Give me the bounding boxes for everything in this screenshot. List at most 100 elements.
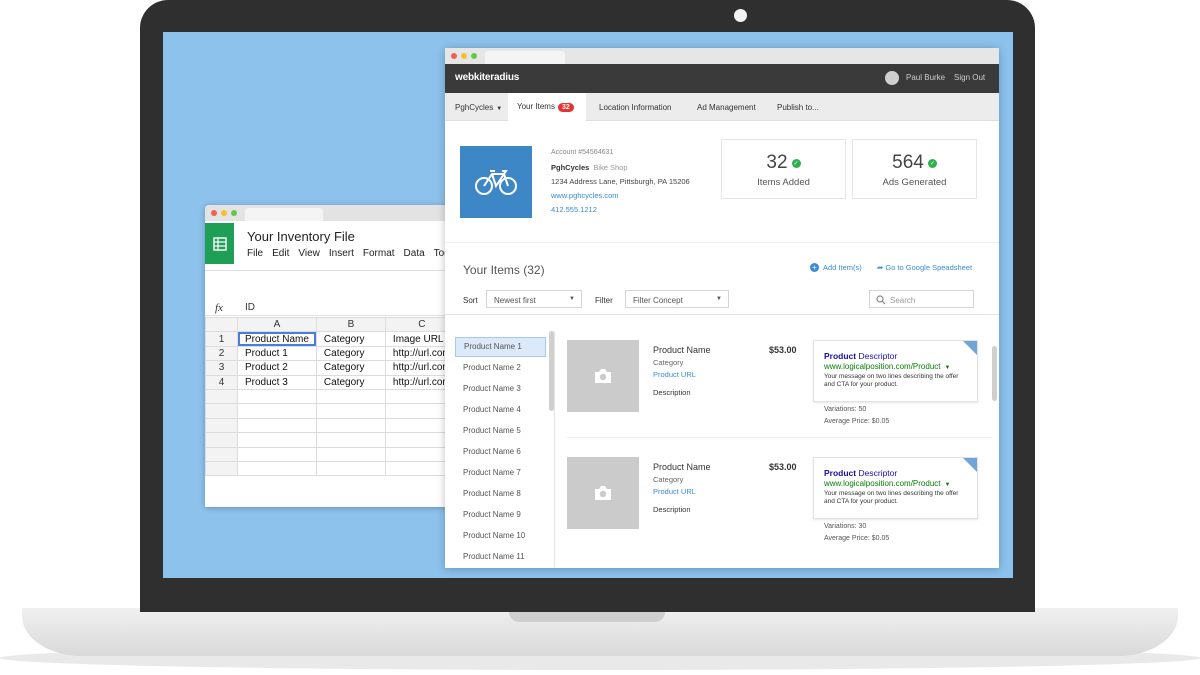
cell[interactable] bbox=[237, 403, 317, 419]
go-to-spreadsheet-link[interactable]: ➦ Go to Google Speadsheet bbox=[877, 263, 972, 272]
list-item[interactable]: Product Name 1 bbox=[455, 337, 546, 357]
row-header[interactable]: 3 bbox=[205, 360, 238, 376]
cell[interactable] bbox=[315, 432, 386, 448]
list-item[interactable]: Product Name 3 bbox=[445, 378, 554, 399]
phone-link[interactable]: 412.555.1212 bbox=[551, 205, 597, 214]
close-dot[interactable] bbox=[451, 53, 457, 59]
cell[interactable] bbox=[237, 417, 317, 434]
add-items-button[interactable]: + Add Item(s) bbox=[810, 263, 862, 272]
avatar[interactable] bbox=[885, 71, 899, 85]
row-header[interactable] bbox=[205, 460, 238, 477]
menu-insert[interactable]: Insert bbox=[329, 248, 354, 259]
cell[interactable]: Category bbox=[315, 331, 386, 347]
account-dropdown[interactable]: PghCycles ▼ bbox=[455, 103, 502, 112]
cell[interactable]: Category bbox=[315, 374, 386, 390]
menu-edit[interactable]: Edit bbox=[272, 248, 289, 259]
product-list: Product Name 1 Product Name 2 Product Na… bbox=[445, 331, 555, 568]
product-url-link[interactable]: Product URL bbox=[653, 370, 696, 379]
minimize-dot[interactable] bbox=[461, 53, 467, 59]
close-dot[interactable] bbox=[211, 210, 217, 216]
list-item[interactable]: Product Name 11 bbox=[445, 546, 554, 567]
caret-down-icon: ▼ bbox=[496, 106, 503, 112]
cell[interactable] bbox=[237, 446, 317, 462]
row-header[interactable] bbox=[205, 403, 238, 419]
sort-select[interactable]: Newest first ▼ bbox=[486, 290, 582, 308]
cell[interactable]: Category bbox=[315, 345, 386, 362]
ad-title-bold: Product bbox=[824, 468, 857, 478]
cell[interactable] bbox=[315, 388, 386, 405]
row-header[interactable] bbox=[205, 432, 238, 448]
tab-location-information[interactable]: Location Information bbox=[599, 103, 672, 112]
list-item[interactable]: Product Name 8 bbox=[445, 483, 554, 504]
row-header[interactable]: 1 bbox=[205, 331, 238, 347]
list-item[interactable]: Product Name 2 bbox=[445, 357, 554, 378]
maximize-dot[interactable] bbox=[231, 210, 237, 216]
table-row: 2 Product 1 Category http://url.com bbox=[205, 345, 459, 362]
search-input[interactable]: Search bbox=[869, 290, 974, 308]
sign-out-link[interactable]: Sign Out bbox=[954, 73, 985, 82]
cell[interactable] bbox=[237, 432, 317, 448]
stat-value-row: 32 ✓ bbox=[722, 152, 845, 174]
cell[interactable] bbox=[237, 460, 317, 477]
laptop-mockup: Your Inventory File File Edit View Inser… bbox=[0, 0, 1200, 675]
stat-value: 564 bbox=[892, 152, 924, 173]
plus-icon: + bbox=[810, 263, 819, 272]
brand-logo[interactable]: webkiteradius bbox=[455, 72, 519, 83]
table-row bbox=[205, 417, 459, 434]
cell[interactable] bbox=[315, 417, 386, 434]
cell[interactable]: Product 3 bbox=[237, 374, 317, 390]
product-category: Category bbox=[653, 358, 684, 367]
sheet-title[interactable]: Your Inventory File bbox=[247, 229, 355, 244]
menu-format[interactable]: Format bbox=[363, 248, 395, 259]
list-item[interactable]: Product Name 7 bbox=[445, 462, 554, 483]
row-header[interactable] bbox=[205, 446, 238, 462]
browser-tab[interactable] bbox=[245, 208, 323, 221]
list-item[interactable]: Product Name 4 bbox=[445, 399, 554, 420]
main-scrollbar[interactable] bbox=[992, 346, 997, 401]
corner-cell[interactable] bbox=[205, 316, 238, 333]
row-header[interactable] bbox=[205, 388, 238, 405]
main-nav: PghCycles ▼ Your Items 32 Location Informa… bbox=[445, 93, 999, 121]
cell[interactable]: Product Name bbox=[237, 331, 317, 347]
cell[interactable] bbox=[315, 446, 386, 462]
row-header[interactable]: 4 bbox=[205, 374, 238, 390]
cell[interactable] bbox=[315, 403, 386, 419]
cell[interactable]: Product 1 bbox=[237, 345, 317, 362]
stat-ads-generated: 564 ✓ Ads Generated bbox=[852, 139, 977, 199]
row-header[interactable]: 2 bbox=[205, 345, 238, 362]
camera-icon[interactable] bbox=[567, 340, 639, 412]
list-item[interactable]: Product Name 6 bbox=[445, 441, 554, 462]
row-header[interactable] bbox=[205, 417, 238, 434]
column-header-b[interactable]: B bbox=[315, 316, 386, 333]
ad-preview[interactable]: Product Descriptor www.logicalposition.c… bbox=[813, 340, 978, 402]
check-icon: ✓ bbox=[927, 158, 937, 168]
product-url-link[interactable]: Product URL bbox=[653, 487, 696, 496]
cell[interactable] bbox=[237, 388, 317, 405]
minimize-dot[interactable] bbox=[221, 210, 227, 216]
tab-ad-management[interactable]: Ad Management bbox=[697, 103, 756, 112]
list-item[interactable]: Product Name 5 bbox=[445, 420, 554, 441]
tab-publish-to[interactable]: Publish to... bbox=[777, 103, 819, 112]
filter-label: Filter bbox=[595, 296, 613, 305]
cell[interactable] bbox=[315, 460, 386, 477]
menu-data[interactable]: Data bbox=[404, 248, 425, 259]
user-name[interactable]: Paul Burke bbox=[906, 73, 945, 82]
cell[interactable]: Product 2 bbox=[237, 360, 317, 376]
list-scrollbar[interactable] bbox=[549, 331, 554, 411]
list-item[interactable]: Product Name 10 bbox=[445, 525, 554, 546]
column-header-a[interactable]: A bbox=[237, 316, 317, 333]
cell[interactable]: Category bbox=[315, 360, 386, 376]
filter-select[interactable]: Filter Concept ▼ bbox=[625, 290, 729, 308]
tab-your-items[interactable]: Your Items 32 bbox=[517, 102, 574, 112]
maximize-dot[interactable] bbox=[471, 53, 477, 59]
camera-icon[interactable] bbox=[567, 457, 639, 529]
website-link[interactable]: www.pghcycles.com bbox=[551, 191, 619, 200]
ad-url: www.logicalposition.com/Product ▼ bbox=[824, 479, 950, 488]
menu-view[interactable]: View bbox=[298, 248, 320, 259]
browser-tab[interactable] bbox=[485, 51, 565, 64]
list-item[interactable]: Product Name 9 bbox=[445, 504, 554, 525]
business-name-text: PghCycles bbox=[551, 163, 590, 172]
formula-value[interactable]: ID bbox=[245, 302, 255, 313]
ad-preview[interactable]: Product Descriptor www.logicalposition.c… bbox=[813, 457, 978, 519]
menu-file[interactable]: File bbox=[247, 248, 263, 259]
